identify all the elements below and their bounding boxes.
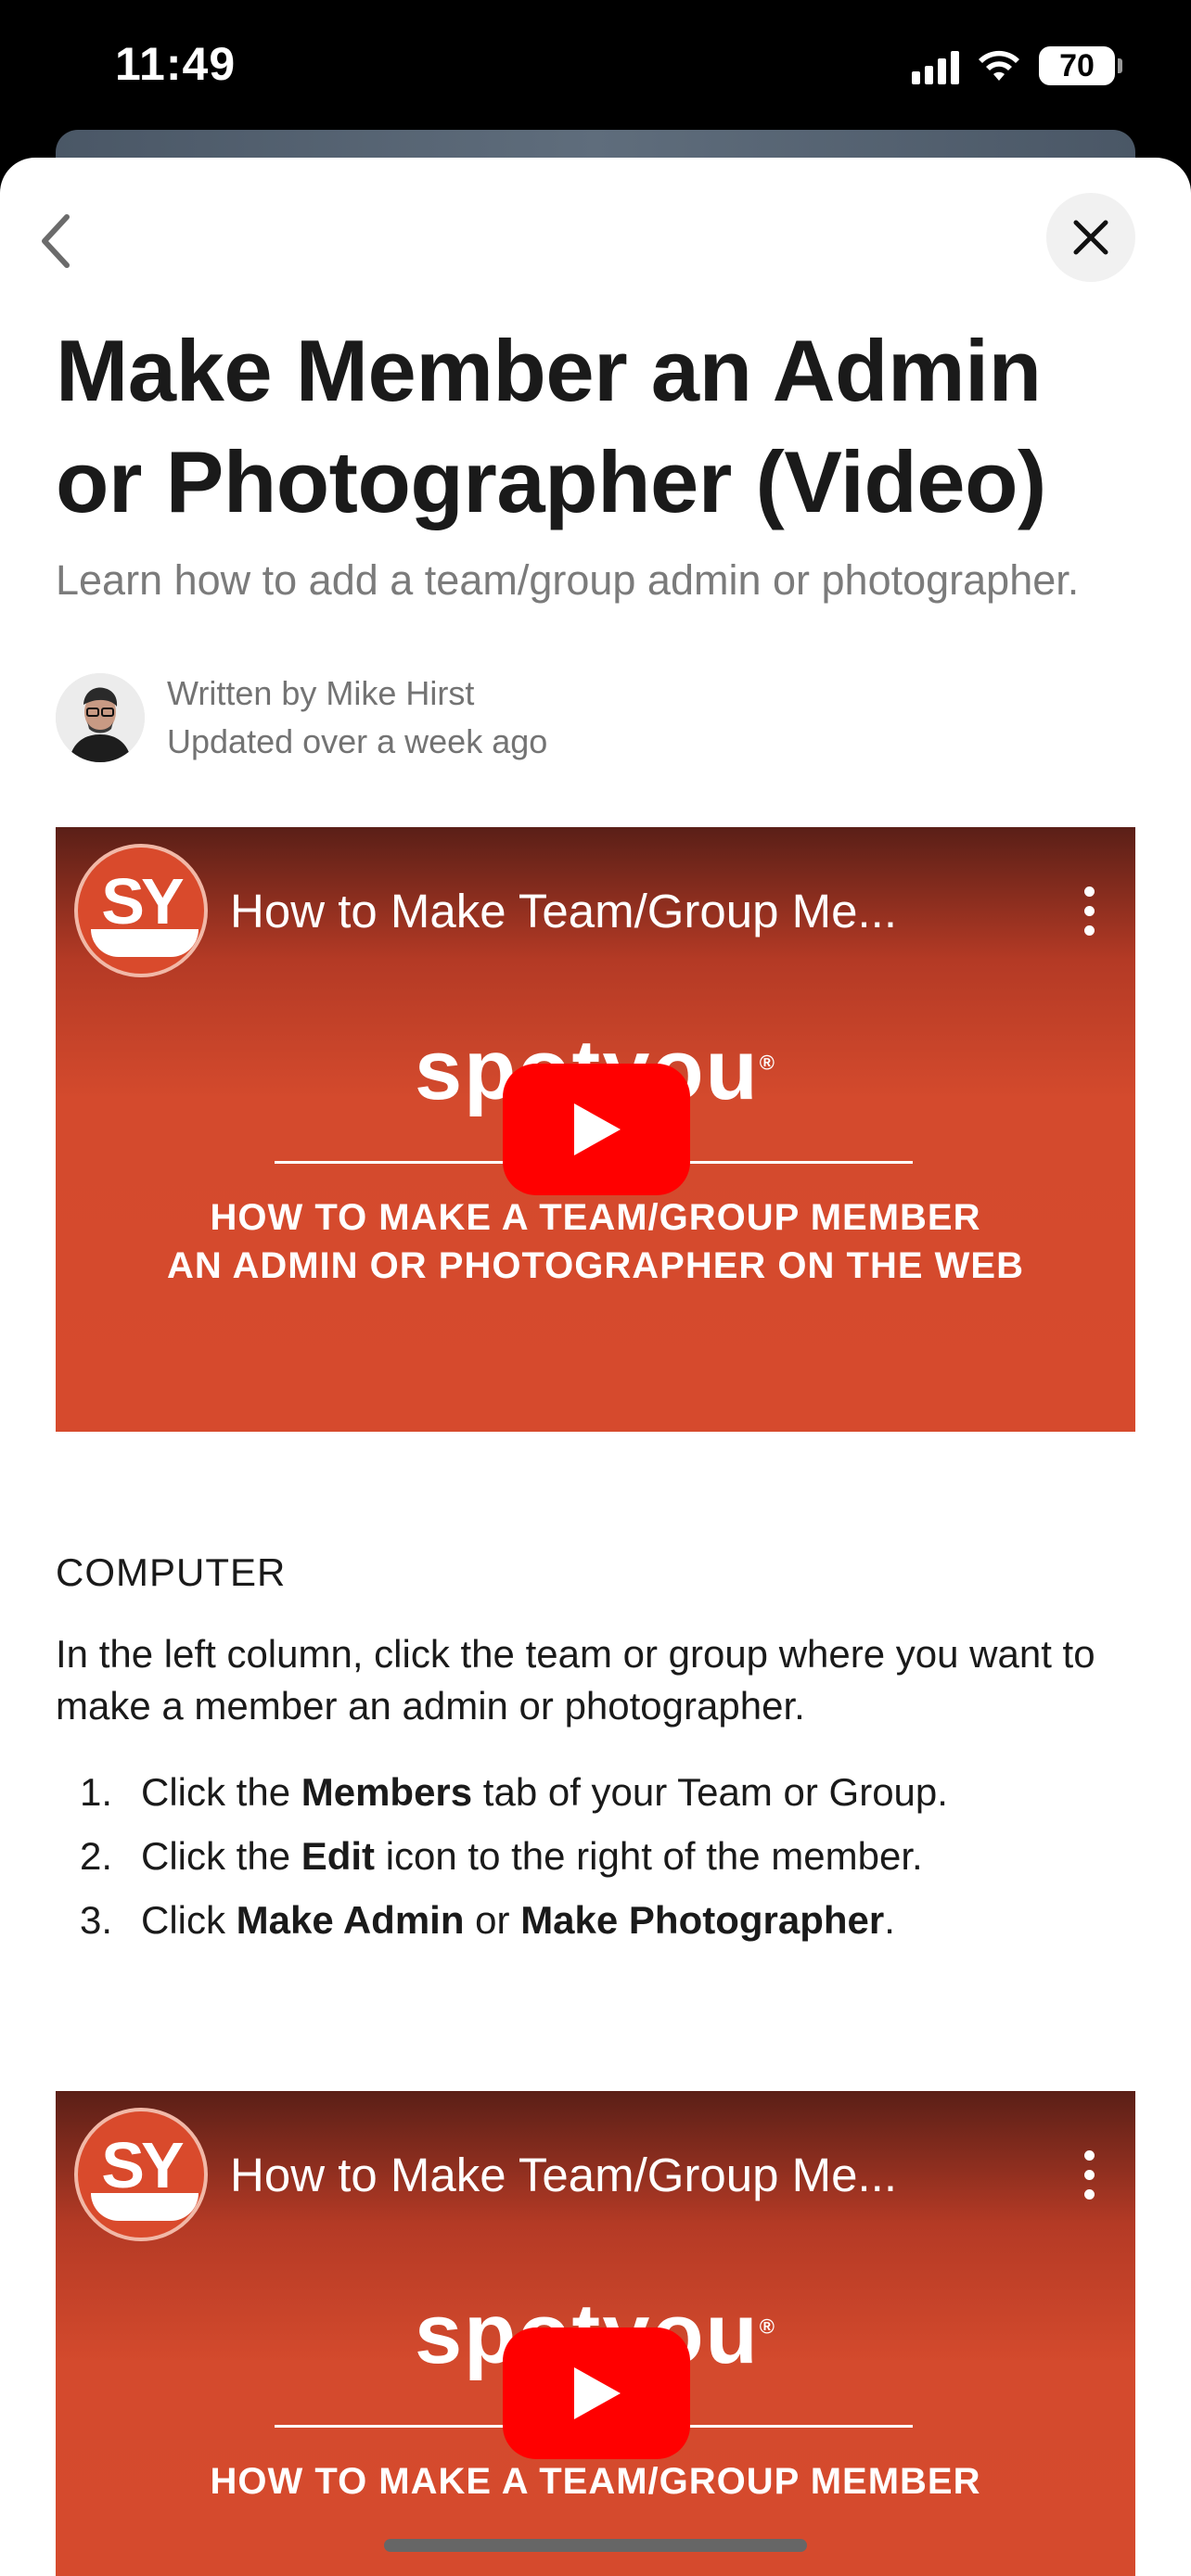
page-title: Make Member an Admin or Photographer (Vi… (56, 322, 1046, 530)
battery-icon: 70 (1039, 46, 1122, 85)
list-item: 2. Click the Edit icon to the right of t… (80, 1834, 923, 1878)
channel-logo[interactable]: SY (74, 2108, 208, 2241)
article-content: Make Member an Admin or Photographer (Vi… (56, 315, 1135, 2576)
video-title[interactable]: How to Make Team/Group Me... (230, 2148, 1061, 2202)
status-icons: 70 (912, 43, 1122, 89)
status-time: 11:49 (115, 38, 237, 90)
author-block: Written by Mike Hirst Updated over a wee… (56, 670, 1135, 766)
play-button[interactable] (503, 1064, 690, 1195)
article-sheet: Make Member an Admin or Photographer (Vi… (0, 158, 1191, 2576)
avatar (56, 673, 145, 762)
home-indicator (384, 2539, 807, 2552)
list-item: 3. Click Make Admin or Make Photographer… (80, 1898, 895, 1942)
channel-logo[interactable]: SY (74, 844, 208, 977)
wifi-icon (979, 50, 1019, 81)
video-header: SY How to Make Team/Group Me... (74, 2108, 1117, 2241)
section-heading: COMPUTER (56, 1550, 287, 1594)
status-bar: 11:49 70 (0, 0, 1191, 139)
cellular-signal-icon (912, 47, 959, 84)
video-header: SY How to Make Team/Group Me... (74, 844, 1117, 977)
video-caption: HOW TO MAKE A TEAM/GROUP MEMBER AN ADMIN… (167, 1197, 1024, 1286)
list-item: 1. Click the Members tab of your Team or… (80, 1770, 948, 1814)
video-caption: HOW TO MAKE A TEAM/GROUP MEMBER (210, 2461, 981, 2502)
play-icon (574, 1103, 621, 1155)
more-options-icon[interactable] (1061, 864, 1117, 957)
play-button[interactable] (503, 2327, 690, 2459)
video-title[interactable]: How to Make Team/Group Me... (230, 884, 1061, 938)
chevron-left-icon (42, 214, 70, 268)
steps-list: 1. Click the Members tab of your Team or… (56, 1760, 1135, 1952)
author-info: Written by Mike Hirst Updated over a wee… (167, 670, 547, 766)
instructions-intro: In the left column, click the team or gr… (56, 1632, 1095, 1728)
close-button[interactable] (1046, 193, 1135, 282)
video-embed[interactable]: SY How to Make Team/Group Me... spotyou®… (56, 827, 1135, 1432)
more-options-icon[interactable] (1061, 2128, 1117, 2221)
back-button[interactable] (28, 204, 83, 278)
play-icon (574, 2367, 621, 2419)
close-icon (1073, 220, 1108, 255)
article-subtitle: Learn how to add a team/group admin or p… (56, 556, 1080, 604)
video-embed[interactable]: SY How to Make Team/Group Me... spotyou®… (56, 2091, 1135, 2576)
updated-time: Updated over a week ago (167, 722, 548, 760)
author-name: Written by Mike Hirst (167, 674, 475, 712)
